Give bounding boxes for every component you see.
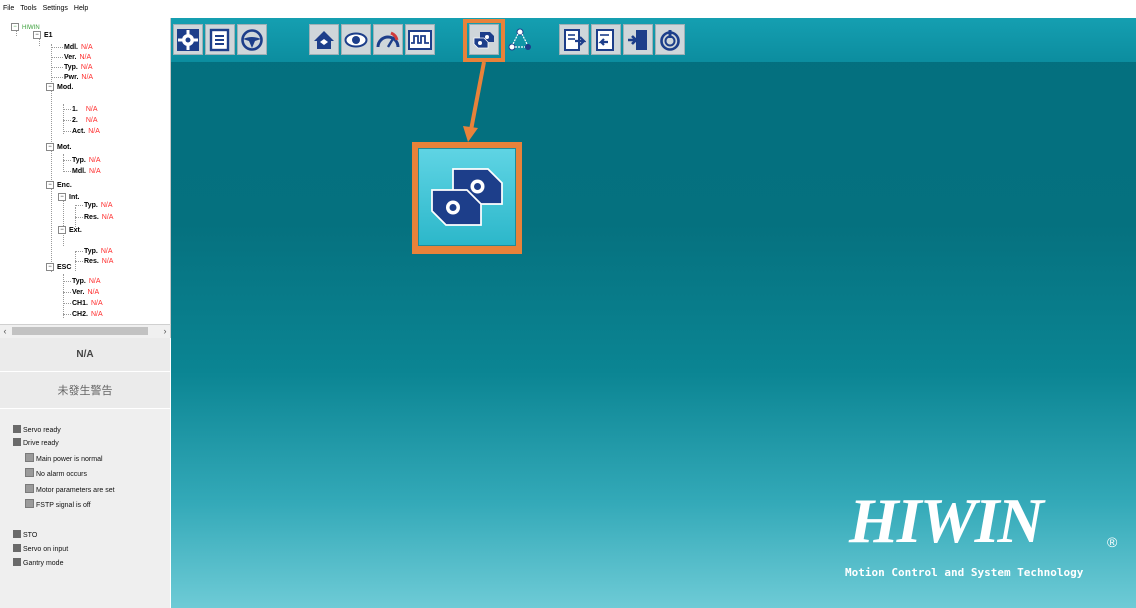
indicator-servo-ready: Servo ready [13,425,61,436]
collapse-icon[interactable]: − [46,143,54,152]
brand-tagline: Motion Control and System Technology [845,566,1084,579]
menu-help[interactable]: Help [71,0,91,18]
tree-item[interactable]: Typ. N/A [84,247,113,257]
tree-item[interactable]: Typ. N/A [84,201,113,211]
indicator-led-icon [13,530,21,538]
gauge-icon [376,31,400,48]
status-indicators: Servo ready Drive ready Main power is no… [0,409,170,608]
scope-wave-icon [408,29,432,50]
import-button[interactable] [591,24,621,55]
tree-group-esc[interactable]: − ESC [46,263,71,273]
tree-group-mot[interactable]: − Mot. [46,143,71,153]
menu-settings[interactable]: Settings [40,0,71,18]
tree-group-ext[interactable]: − Ext. [58,226,82,236]
tree-item[interactable]: Mdl. N/A [72,167,101,177]
tree-item[interactable]: Res. N/A [84,213,113,223]
collapse-icon[interactable]: − [46,83,54,92]
collapse-icon[interactable]: − [46,263,54,272]
warning-panel: 未發生警告 [0,372,170,408]
tree-item[interactable]: 1. N/A [72,105,98,115]
indicator-led-icon [25,484,34,493]
tree-group-int[interactable]: − Int. [58,193,80,203]
menu-tools[interactable]: Tools [17,0,39,18]
menu-file[interactable]: File [0,0,17,18]
scope-button[interactable] [405,24,435,55]
collapse-icon[interactable]: − [11,23,19,32]
steering-wheel-button[interactable] [237,24,267,55]
svg-text:HIWIN: HIWIN [848,486,1047,554]
device-tree[interactable]: − HIWIN − E1 Mdl. N/A Ver. N/A Typ. N/A Pwr. N… [0,18,171,324]
tree-item[interactable]: Res. N/A [84,257,113,267]
tree-item[interactable]: Pwr. N/A [64,73,93,83]
warning-text: 未發生警告 [57,385,113,397]
power-reset-icon [660,29,680,51]
hiwin-wordmark: HIWIN [848,486,1049,554]
indicator-led-icon [25,453,34,462]
tree-group-mod[interactable]: − Mod. [46,83,73,93]
indicator-gantry-mode: Gantry mode [13,558,63,569]
tree-item[interactable]: Typ. N/A [72,156,101,166]
config-wizard-button[interactable] [173,24,203,55]
status-value: N/A [76,349,94,360]
parameter-list-icon [209,28,230,51]
indicator-led-icon [13,558,21,566]
steering-wheel-icon [241,28,263,51]
point-to-point-button[interactable] [505,24,535,55]
collapse-icon[interactable]: − [58,193,66,202]
indicator-motor-params: Motor parameters are set [25,484,115,496]
indicator-led-icon [13,544,21,552]
import-icon [596,28,614,51]
gauge-button[interactable] [373,24,403,55]
export-icon [564,28,586,51]
indicator-led-icon [25,468,34,477]
indicator-servo-on-input: Servo on input [13,544,68,555]
indicator-main-power: Main power is normal [25,453,103,465]
status-value-panel: N/A [0,338,170,371]
monitor-button[interactable] [341,24,371,55]
tree-item[interactable]: Ver. N/A [72,288,99,298]
indicator-led-icon [13,438,21,446]
scroll-thumb[interactable] [12,327,148,335]
tree-group-enc[interactable]: − Enc. [46,181,72,191]
export-button[interactable] [559,24,589,55]
gantry-blocks-icon [431,168,503,226]
gantry-button-enlarged[interactable] [418,148,516,246]
tree-item[interactable]: Act. N/A [72,127,100,137]
scroll-left-icon[interactable]: ‹ [0,325,10,338]
monitor-eye-icon [344,32,368,47]
highlight-box [463,19,505,62]
indicator-drive-ready: Drive ready [13,438,59,449]
tree-item[interactable]: Mdl. N/A [64,43,93,53]
home-button[interactable] [309,24,339,55]
collapse-icon[interactable]: − [33,31,41,40]
firmware-button[interactable] [623,24,653,55]
indicator-sto: STO [13,530,37,541]
indicator-led-icon [25,499,34,508]
tree-item[interactable]: CH2. N/A [72,310,103,320]
toolbar [171,18,1136,62]
registered-mark: ® [1107,534,1118,550]
collapse-icon[interactable]: − [58,226,66,235]
parameter-list-button[interactable] [205,24,235,55]
indicator-fstp: FSTP signal is off [25,499,91,511]
menu-bar: File Tools Settings Help [0,0,1136,18]
scroll-right-icon[interactable]: › [160,325,170,338]
firmware-icon [628,29,647,50]
tree-item[interactable]: CH1. N/A [72,299,103,309]
horizontal-scrollbar[interactable]: ‹ › [0,324,171,338]
indicator-no-alarm: No alarm occurs [25,468,87,480]
home-icon [314,30,334,49]
tree-item[interactable]: 2. N/A [72,116,98,126]
tree-item[interactable]: Ver. N/A [64,53,91,63]
hiwin-logo: HIWIN ® Motion Control and System Techno… [845,486,1125,586]
indicator-led-icon [13,425,21,433]
collapse-icon[interactable]: − [46,181,54,190]
power-reset-button[interactable] [655,24,685,55]
point-to-point-icon [508,28,531,50]
config-wizard-icon [177,28,199,51]
tree-item[interactable]: Typ. N/A [72,277,101,287]
tree-item[interactable]: Typ. N/A [64,63,93,73]
tree-device[interactable]: − E1 [33,31,53,41]
